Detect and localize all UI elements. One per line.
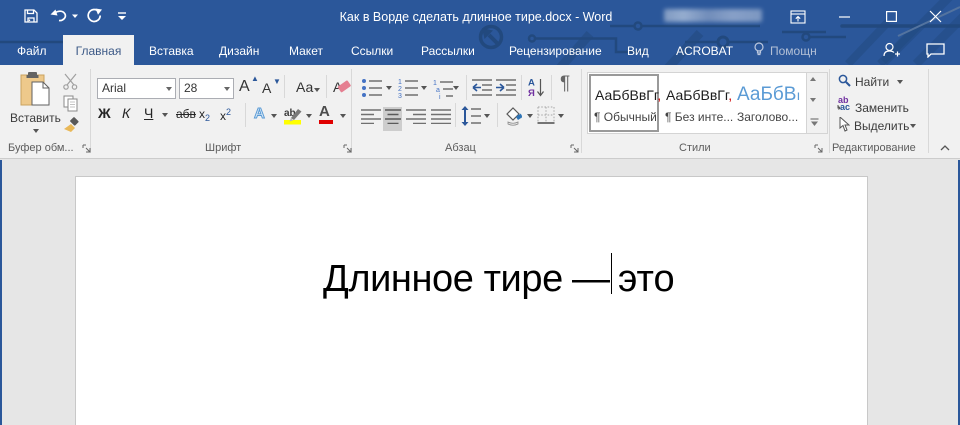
svg-text:3: 3 bbox=[398, 93, 402, 99]
svg-text:2: 2 bbox=[398, 86, 402, 93]
svg-text:1: 1 bbox=[398, 79, 402, 86]
svg-text:А: А bbox=[254, 105, 265, 120]
svg-text:1: 1 bbox=[433, 80, 437, 87]
svg-text:i: i bbox=[439, 94, 441, 99]
svg-text:ac: ac bbox=[840, 102, 850, 111]
svg-text:А: А bbox=[528, 78, 535, 89]
svg-text:а: а bbox=[436, 87, 440, 94]
svg-text:Я: Я bbox=[528, 88, 535, 98]
